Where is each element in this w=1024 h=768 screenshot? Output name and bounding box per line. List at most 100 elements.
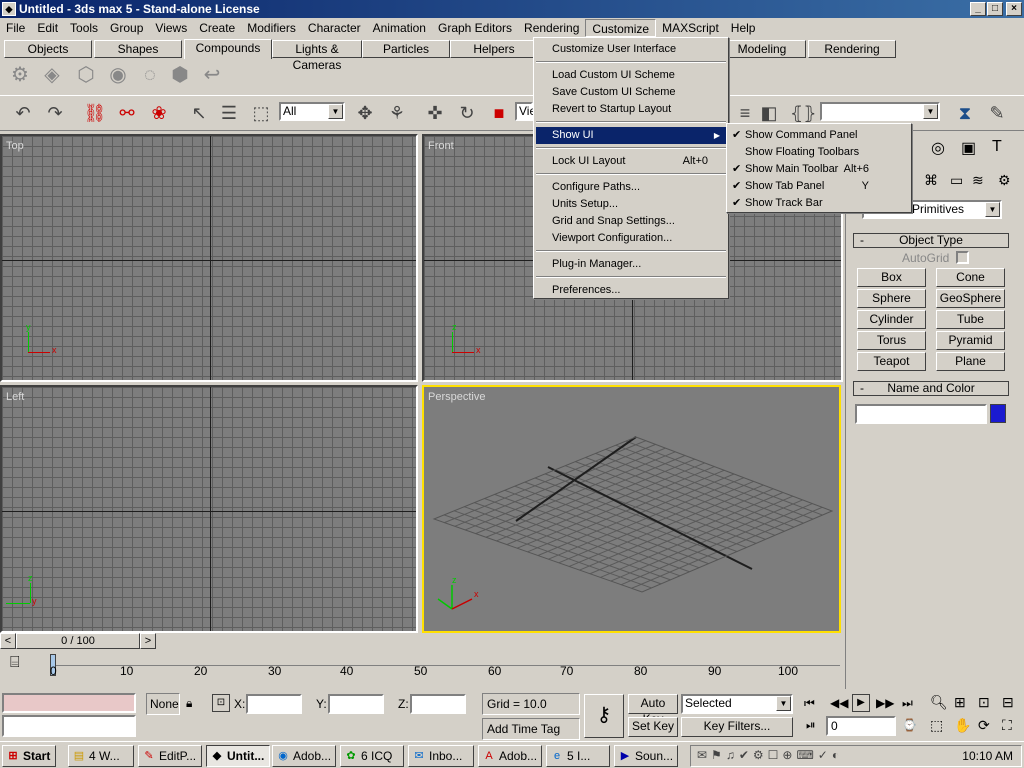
menu-item-show-floating-toolbars[interactable]: Show Floating Toolbars	[729, 144, 909, 161]
maxscript-input[interactable]	[2, 715, 136, 737]
array-icon[interactable]: ✎	[984, 100, 1010, 126]
maxscript-listener-mini[interactable]	[2, 693, 136, 713]
menu-group[interactable]: Group	[104, 19, 149, 37]
taskbar-item[interactable]: ◆ Untit...	[206, 745, 270, 767]
tab-helpers[interactable]: Helpers	[450, 40, 538, 58]
tab-compounds[interactable]: Compounds	[184, 39, 272, 59]
reference-coord-dropdown[interactable]: Vie	[515, 102, 536, 121]
next-frame-icon[interactable]: ▶▶	[876, 696, 894, 710]
start-button[interactable]: ⊞ Start	[2, 745, 56, 767]
auto-key-button[interactable]: Auto Key	[628, 694, 678, 726]
tab-modeling[interactable]: Modeling	[718, 40, 806, 58]
menu-item-show-tab-panel[interactable]: ✔ Show Tab Panel Y	[729, 178, 909, 195]
utilities-tab-icon[interactable]: T	[992, 138, 1002, 156]
select-move-icon[interactable]: ✥	[352, 100, 378, 126]
geosphere-button[interactable]: GeoSphere	[936, 289, 1005, 308]
geometry-icon[interactable]: ⌘	[924, 172, 938, 189]
menu-item-show-ui[interactable]: Show UI ▶	[536, 127, 726, 144]
z-coord-field[interactable]	[410, 694, 466, 714]
tab-objects[interactable]: Objects	[4, 40, 92, 58]
current-frame-field[interactable]: 0	[826, 716, 896, 736]
tab-particles[interactable]: Particles	[362, 40, 450, 58]
box-button[interactable]: Box	[857, 268, 926, 287]
lock-selection-icon[interactable]: 🔒︎	[186, 696, 192, 711]
menu-edit[interactable]: Edit	[31, 19, 64, 37]
spacewarps-icon[interactable]: ≋	[972, 172, 984, 189]
time-config-icon[interactable]: ⌚	[902, 718, 917, 732]
menu-character[interactable]: Character	[302, 19, 367, 37]
pyramid-button[interactable]: Pyramid	[936, 331, 1005, 350]
zoom-extents-all-icon[interactable]: ⊟	[1002, 694, 1014, 711]
menu-item-configure-paths[interactable]: Configure Paths...	[536, 179, 726, 196]
rollout-name-and-color[interactable]: - Name and Color	[853, 381, 1009, 396]
menu-customize[interactable]: Customize	[585, 19, 657, 37]
object-name-field[interactable]	[855, 404, 987, 424]
menu-item-grid-and-snap-settings[interactable]: Grid and Snap Settings...	[536, 213, 726, 230]
named-selection-dropdown[interactable]: ▼	[820, 102, 940, 121]
cylinder-button[interactable]: Cylinder	[857, 310, 926, 329]
play-icon[interactable]: ▶	[852, 694, 870, 712]
next-frame-arrow[interactable]: >	[140, 633, 156, 649]
tab-rendering[interactable]: Rendering	[808, 40, 896, 58]
boolean-icon[interactable]: ⬢	[168, 63, 192, 87]
y-coord-field[interactable]	[328, 694, 384, 714]
select-by-name-icon[interactable]: ☰	[216, 100, 242, 126]
morph-icon[interactable]: ⚙	[8, 63, 32, 87]
viewport-perspective[interactable]: Perspective z x	[422, 385, 841, 633]
key-mode-dropdown[interactable]: Selected ▼	[681, 694, 793, 714]
region-zoom-icon[interactable]: ⬚	[930, 717, 943, 734]
menu-item-load-custom-ui-scheme[interactable]: Load Custom UI Scheme	[536, 67, 726, 84]
motion-tab-icon[interactable]: ◎	[931, 138, 945, 158]
menu-file[interactable]: File	[0, 19, 31, 37]
menu-modifiers[interactable]: Modifiers	[241, 19, 302, 37]
conform-icon[interactable]: ⬡	[74, 63, 98, 87]
menu-item-lock-ui-layout[interactable]: Lock UI Layout Alt+0	[536, 153, 726, 170]
zoom-extents-icon[interactable]: ⊡	[978, 694, 990, 711]
absolute-mode-icon[interactable]: ⊡	[212, 694, 230, 712]
taskbar-item[interactable]: ▤ 4 W...	[68, 745, 134, 767]
track-view-icon[interactable]: ⌸	[10, 654, 20, 672]
key-filters-button[interactable]: Key Filters...	[681, 717, 793, 737]
select-manipulate-icon[interactable]: ⚘	[384, 100, 410, 126]
menu-item-units-setup[interactable]: Units Setup...	[536, 196, 726, 213]
arc-rotate-icon[interactable]: ⟳	[978, 717, 990, 734]
taskbar-item[interactable]: ◉ Adob...	[272, 745, 336, 767]
previous-frame-icon[interactable]: ◀◀	[830, 696, 848, 710]
shapemerge-icon[interactable]: ◌	[138, 63, 162, 87]
move-icon[interactable]: ✜	[422, 100, 448, 126]
menu-help[interactable]: Help	[725, 19, 762, 37]
menu-item-show-track-bar[interactable]: ✔ Show Track Bar	[729, 195, 909, 212]
menu-graph-editors[interactable]: Graph Editors	[432, 19, 518, 37]
pan-icon[interactable]: ✋	[954, 717, 971, 734]
redo-icon[interactable]: ↷	[42, 100, 68, 126]
menu-views[interactable]: Views	[149, 19, 193, 37]
viewport-top[interactable]: Top y x	[0, 134, 418, 382]
selection-filter-dropdown[interactable]: All ▼	[279, 102, 345, 121]
key-icon[interactable]: ⚷	[584, 694, 624, 738]
menu-item-save-custom-ui-scheme[interactable]: Save Custom UI Scheme	[536, 84, 726, 101]
time-slider[interactable]: < 0 / 100 >	[0, 633, 843, 650]
zoom-all-icon[interactable]: ⊞	[954, 694, 966, 711]
rollout-object-type[interactable]: - Object Type	[853, 233, 1009, 248]
menu-maxscript[interactable]: MAXScript	[656, 19, 725, 37]
teapot-button[interactable]: Teapot	[857, 352, 926, 371]
menu-item-show-main-toolbar[interactable]: ✔ Show Main Toolbar Alt+6	[729, 161, 909, 178]
taskbar-item[interactable]: e 5 I...	[546, 745, 610, 767]
rotate-icon[interactable]: ↻	[454, 100, 480, 126]
taskbar-item[interactable]: ▶ Soun...	[614, 745, 678, 767]
menu-item-show-command-panel[interactable]: ✔ Show Command Panel	[729, 127, 909, 144]
loft-icon[interactable]: ↩	[200, 63, 224, 87]
menu-tools[interactable]: Tools	[64, 19, 104, 37]
select-object-icon[interactable]: ↖	[186, 100, 212, 126]
plane-button[interactable]: Plane	[936, 352, 1005, 371]
menu-animation[interactable]: Animation	[367, 19, 432, 37]
sphere-button[interactable]: Sphere	[857, 289, 926, 308]
cone-button[interactable]: Cone	[936, 268, 1005, 287]
app-icon[interactable]: ◆	[2, 2, 16, 16]
taskbar-item[interactable]: ✉ Inbo...	[408, 745, 474, 767]
taskbar-item[interactable]: ✎ EditP...	[138, 745, 202, 767]
tab-shapes[interactable]: Shapes	[94, 40, 182, 58]
undo-icon[interactable]: ↶	[10, 100, 36, 126]
close-button[interactable]: ×	[1006, 2, 1022, 16]
set-key-button[interactable]: Set Key	[628, 717, 678, 737]
